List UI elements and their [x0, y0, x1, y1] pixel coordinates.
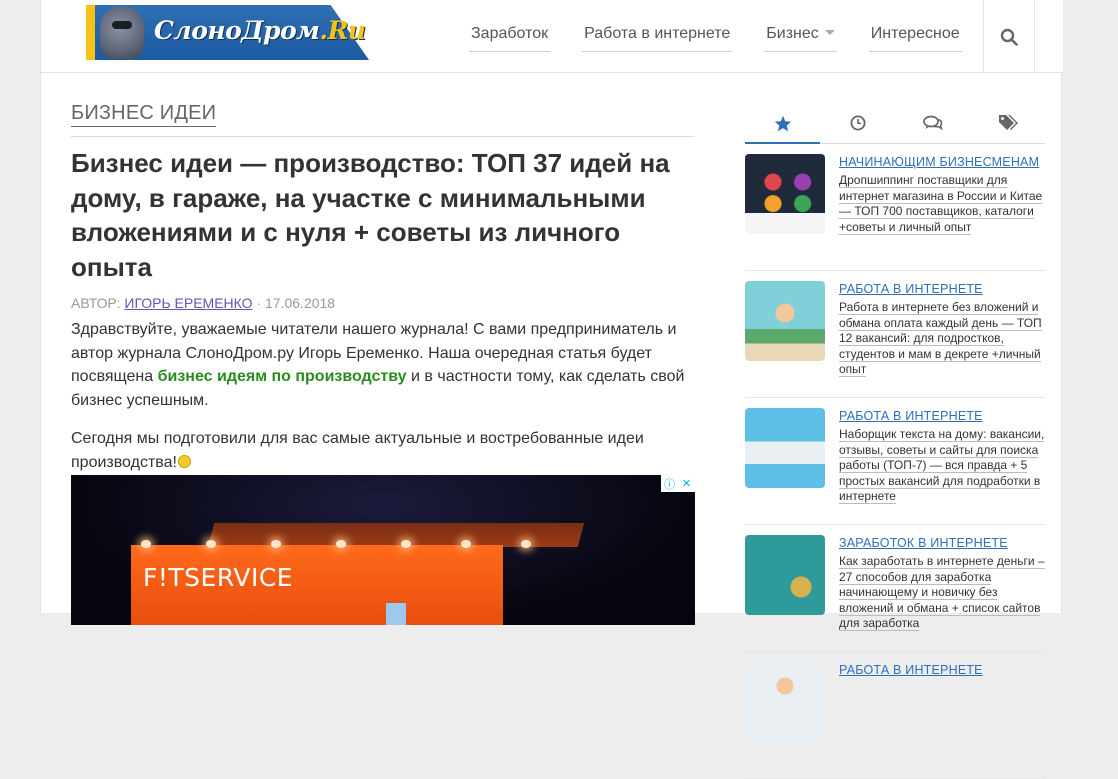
ad-lights-graphic [131, 540, 531, 550]
ad-sign-text: F!TSERVICE [143, 563, 294, 592]
nav-item-internet-work[interactable]: Работа в интернете [582, 22, 733, 52]
ad-banner[interactable]: F!TSERVICE ⓘ ✕ [71, 475, 695, 625]
main-nav: Заработок Работа в интернете Бизнес Инте… [469, 22, 994, 52]
post-thumbnail[interactable] [745, 535, 825, 615]
post-category[interactable]: ЗАРАБОТОК В ИНТЕРНЕТЕ [839, 536, 1008, 550]
tab-recent[interactable] [820, 103, 895, 143]
post-title[interactable]: Работа в интернете без вложений и обмана… [839, 300, 1047, 378]
logo-suffix: .Ru [319, 16, 366, 45]
highlight-link[interactable]: бизнес идеям по производству [158, 368, 407, 385]
post-thumbnail[interactable] [745, 281, 825, 361]
post-thumbnail[interactable] [745, 408, 825, 488]
elephant-mascot-icon [100, 7, 144, 59]
nav-item-earnings[interactable]: Заработок [469, 22, 551, 52]
clock-icon [850, 115, 865, 131]
article-date: 17.06.2018 [265, 295, 336, 311]
comments-icon [922, 115, 943, 131]
nav-item-label: Заработок [471, 25, 549, 42]
post-category[interactable]: РАБОТА В ИНТЕРНЕТЕ [839, 663, 983, 677]
close-icon[interactable]: ✕ [678, 475, 695, 492]
page-container: СлоноДром.Ru Заработок Работа в интернет… [40, 0, 1063, 779]
post-category[interactable]: РАБОТА В ИНТЕРНЕТЕ [839, 409, 983, 423]
popular-posts-list: НАЧИНАЮЩИМ БИЗНЕСМЕНАМ Дропшиппинг поста… [745, 154, 1045, 779]
site-header: СлоноДром.Ru Заработок Работа в интернет… [41, 0, 1063, 73]
post-thumbnail[interactable] [745, 662, 825, 742]
second-paragraph: Сегодня мы подготовили для вас самые акт… [71, 430, 644, 471]
nav-item-interesting[interactable]: Интересное [868, 22, 962, 52]
logo-text: СлоноДром.Ru [154, 16, 366, 45]
nav-item-label: Интересное [870, 25, 960, 42]
post-title[interactable]: Наборщик текста на дому: вакансии, отзыв… [839, 427, 1047, 505]
sidebar: НАЧИНАЮЩИМ БИЗНЕСМЕНАМ Дропшиппинг поста… [745, 103, 1045, 779]
post-category[interactable]: РАБОТА В ИНТЕРНЕТЕ [839, 282, 983, 296]
author-link[interactable]: ИГОРЬ ЕРЕМЕНКО [124, 295, 252, 311]
ad-choices-marker[interactable]: ⓘ ✕ [661, 475, 695, 492]
ad-window-graphic [386, 603, 406, 625]
nav-item-label: Работа в интернете [584, 25, 731, 42]
intro-paragraph: Здравствуйте, уважаемые читатели нашего … [71, 321, 685, 409]
list-item[interactable]: РАБОТА В ИНТЕРНЕТЕ [745, 662, 1045, 779]
list-item[interactable]: НАЧИНАЮЩИМ БИЗНЕСМЕНАМ Дропшиппинг поста… [745, 154, 1045, 271]
post-title[interactable]: Дропшиппинг поставщики для интернет мага… [839, 173, 1047, 235]
meta-separator: · [256, 295, 262, 311]
list-item[interactable]: ЗАРАБОТОК В ИНТЕРНЕТЕ Как заработать в и… [745, 535, 1045, 652]
sidebar-tabs [745, 103, 1045, 144]
chevron-down-icon [824, 30, 835, 35]
nav-item-label: Бизнес [766, 25, 819, 42]
tab-popular[interactable] [745, 103, 820, 144]
article-title: Бизнес идеи — производство: ТОП 37 идей … [71, 148, 670, 282]
post-thumbnail[interactable] [745, 154, 825, 234]
search-button[interactable] [983, 0, 1035, 73]
article-main: БИЗНЕС ИДЕИ Бизнес идеи — производство: … [71, 100, 695, 625]
tab-tags[interactable] [970, 103, 1045, 143]
site-logo[interactable]: СлоноДром.Ru [86, 5, 369, 60]
article-meta: АВТОР: ИГОРЬ ЕРЕМЕНКО · 17.06.2018 [71, 295, 695, 311]
logo-accent-bar [86, 5, 95, 60]
nav-item-business[interactable]: Бизнес [764, 22, 837, 52]
section-title-link[interactable]: БИЗНЕС ИДЕИ [71, 102, 217, 127]
grin-emoji-icon [177, 454, 191, 468]
search-icon [1000, 28, 1018, 46]
list-item[interactable]: РАБОТА В ИНТЕРНЕТЕ Наборщик текста на до… [745, 408, 1045, 525]
tags-icon [998, 115, 1018, 130]
author-prefix: АВТОР: [71, 295, 121, 311]
list-item[interactable]: РАБОТА В ИНТЕРНЕТЕ Работа в интернете бе… [745, 281, 1045, 398]
section-title: БИЗНЕС ИДЕИ [71, 100, 695, 137]
info-icon[interactable]: ⓘ [661, 475, 678, 492]
post-title[interactable]: Как заработать в интернете деньги – 27 с… [839, 554, 1047, 632]
post-category[interactable]: НАЧИНАЮЩИМ БИЗНЕСМЕНАМ [839, 155, 1039, 169]
star-icon [774, 115, 791, 131]
article-body: Здравствуйте, уважаемые читатели нашего … [71, 318, 691, 474]
tab-comments[interactable] [895, 103, 970, 143]
